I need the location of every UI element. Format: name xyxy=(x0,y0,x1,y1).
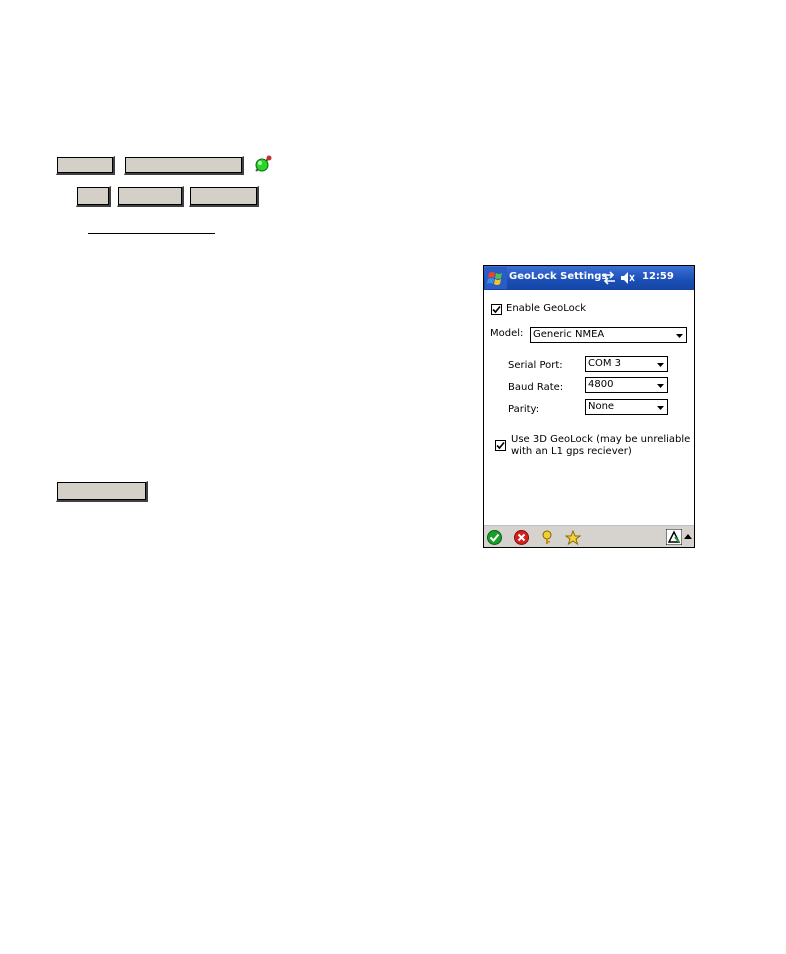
blank-button-2[interactable] xyxy=(124,156,244,175)
blank-button-6[interactable] xyxy=(56,481,148,502)
blank-link-underline xyxy=(88,233,215,234)
blank-button-5[interactable] xyxy=(189,186,259,207)
serial-port-select[interactable]: COM 3 xyxy=(585,356,668,372)
baud-rate-select[interactable]: 4800 xyxy=(585,377,668,393)
clock: 12:59 xyxy=(642,271,674,282)
window-title: GeoLock Settings xyxy=(509,271,608,282)
enable-geolock-checkbox[interactable] xyxy=(491,304,502,315)
speaker-muted-icon[interactable] xyxy=(620,271,636,285)
use-3d-geolock-label-line2: with an L1 gps reciever) xyxy=(511,446,632,457)
parity-select[interactable]: None xyxy=(585,399,668,415)
model-label: Model: xyxy=(490,328,524,339)
up-arrow-icon[interactable] xyxy=(684,534,692,539)
cancel-x-icon[interactable] xyxy=(514,530,529,545)
serial-port-value: COM 3 xyxy=(588,358,622,369)
serial-port-label: Serial Port: xyxy=(508,360,563,371)
favorite-star-icon[interactable] xyxy=(565,530,581,545)
blank-button-4[interactable] xyxy=(117,186,184,207)
geolock-settings-window: GeoLock Settings 12:59 Enable GeoLock Mo… xyxy=(483,265,695,548)
use-3d-geolock-label-line1: Use 3D GeoLock (may be unreliable xyxy=(511,434,691,445)
windows-start-icon[interactable] xyxy=(485,267,507,289)
baud-rate-value: 4800 xyxy=(588,379,614,390)
command-bar xyxy=(484,525,694,547)
baud-rate-label: Baud Rate: xyxy=(508,382,564,393)
enable-geolock-label: Enable GeoLock xyxy=(506,303,587,314)
gps-status-icon xyxy=(255,155,272,172)
sync-arrows-icon[interactable] xyxy=(602,271,616,285)
chevron-down-icon xyxy=(676,334,683,338)
parity-label: Parity: xyxy=(508,404,540,415)
title-bar: GeoLock Settings 12:59 xyxy=(484,266,694,290)
chevron-down-icon xyxy=(657,384,664,388)
model-value: Generic NMEA xyxy=(533,329,605,340)
input-panel-icon[interactable] xyxy=(666,529,682,545)
chevron-down-icon xyxy=(657,363,664,367)
ok-check-icon[interactable] xyxy=(487,530,502,545)
blank-button-1[interactable] xyxy=(56,156,115,175)
parity-value: None xyxy=(588,401,615,412)
help-key-icon[interactable] xyxy=(540,530,554,545)
chevron-down-icon xyxy=(657,406,664,410)
use-3d-geolock-checkbox[interactable] xyxy=(495,440,506,451)
model-select[interactable]: Generic NMEA xyxy=(530,327,687,343)
blank-button-3[interactable] xyxy=(76,186,111,207)
